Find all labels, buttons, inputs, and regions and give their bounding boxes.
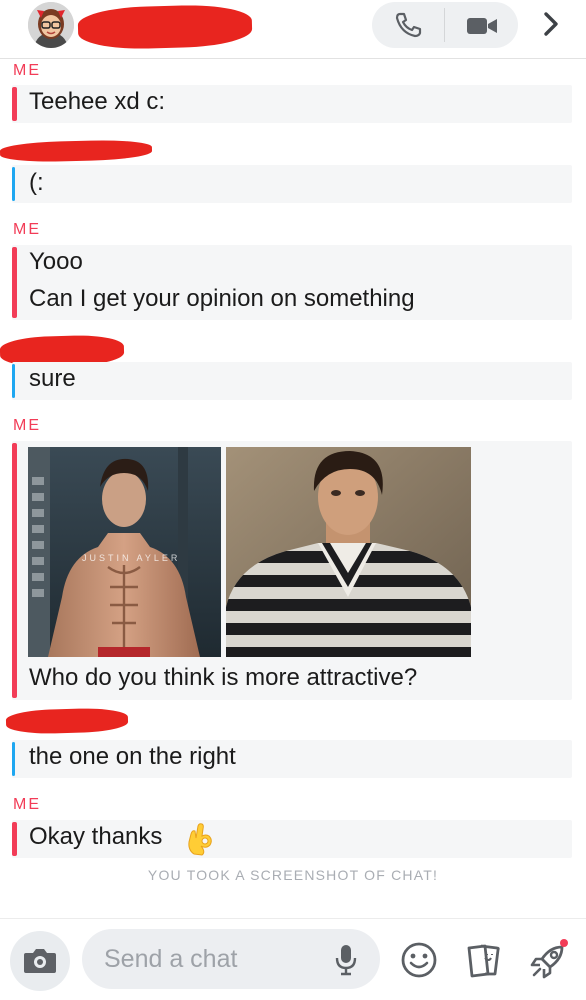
- message-text: (:: [29, 169, 44, 196]
- sender-color-bar: [12, 87, 17, 121]
- message-bubble[interactable]: sure: [12, 362, 572, 400]
- message-bubble[interactable]: Teehee xd c:: [12, 85, 572, 123]
- message-text: Who do you think is more attractive?: [29, 664, 418, 691]
- camera-button[interactable]: [10, 931, 70, 991]
- video-call-button[interactable]: [466, 16, 498, 36]
- sender-color-bar: [12, 742, 15, 776]
- message-bubble[interactable]: Yooo Can I get your opinion on something: [12, 245, 572, 320]
- message-bubble[interactable]: Okay thanks: [12, 820, 572, 858]
- sender-color-bar: [12, 443, 17, 698]
- chat-header: [0, 0, 586, 59]
- photo-right[interactable]: [226, 447, 471, 657]
- shirtless-man-photo: JUSTIN AYLER: [28, 447, 221, 657]
- chevron-right-icon[interactable]: [538, 10, 564, 38]
- message-text: Yooo: [29, 248, 83, 275]
- ok-hand-emoji: [184, 822, 216, 856]
- redacted-sender-name: [0, 139, 153, 163]
- message-text: Teehee xd c:: [29, 88, 166, 115]
- message-bubble[interactable]: (:: [12, 165, 572, 203]
- redacted-name: [77, 3, 253, 51]
- stickers-icon[interactable]: [463, 940, 503, 980]
- message-bubble[interactable]: the one on the right: [12, 740, 572, 778]
- photo-left[interactable]: JUSTIN AYLER: [28, 447, 221, 657]
- message-text: sure: [29, 365, 76, 392]
- message-text: Can I get your opinion on something: [29, 285, 415, 312]
- call-group-divider: [444, 8, 445, 42]
- sender-label-me: ME: [13, 417, 41, 434]
- camera-icon: [24, 949, 56, 973]
- bitmoji-avatar-image: [28, 2, 74, 48]
- message-text: the one on the right: [29, 743, 236, 770]
- video-icon: [467, 18, 497, 34]
- sender-label-me: ME: [13, 221, 41, 238]
- sender-color-bar: [12, 167, 15, 201]
- rocket-icon[interactable]: [528, 939, 570, 981]
- redacted-sender-name: [5, 707, 129, 735]
- phone-icon: [395, 12, 422, 38]
- sender-label-me: ME: [13, 62, 41, 79]
- message-bubble-with-photos[interactable]: JUSTIN AYLER Who do you think is more at…: [12, 441, 572, 700]
- smiley-icon[interactable]: [400, 941, 438, 979]
- message-text: Okay thanks: [29, 823, 163, 850]
- call-button-group: [372, 2, 518, 48]
- man-in-striped-sweater-photo: [226, 447, 471, 657]
- screenshot-notice: YOU TOOK A SCREENSHOT OF CHAT!: [147, 867, 439, 883]
- voice-call-button[interactable]: [394, 12, 422, 38]
- avatar[interactable]: [28, 2, 74, 48]
- composer-divider: [0, 918, 586, 919]
- sender-color-bar: [12, 364, 15, 398]
- photo-watermark: JUSTIN AYLER: [82, 553, 180, 563]
- microphone-icon[interactable]: [334, 943, 358, 977]
- sender-label-me: ME: [13, 796, 41, 813]
- sender-color-bar: [12, 247, 17, 318]
- sender-color-bar: [12, 822, 17, 856]
